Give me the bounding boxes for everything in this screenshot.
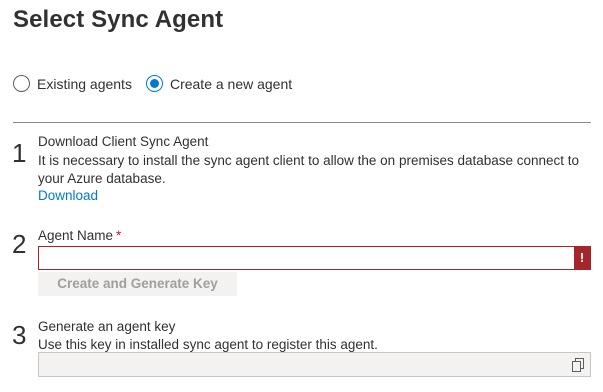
step-number-1: 1 — [12, 138, 27, 168]
agent-name-input[interactable]: ! — [38, 246, 591, 270]
radio-selected-dot — [149, 79, 159, 88]
agent-name-label-row: Agent Name * — [38, 226, 121, 245]
radio-existing-agents[interactable]: Existing agents — [13, 75, 132, 92]
sync-agent-panel: Select Sync Agent Existing agents Create… — [0, 0, 603, 392]
agent-key-field[interactable] — [38, 352, 591, 377]
agent-name-label: Agent Name — [38, 228, 114, 243]
download-link[interactable]: Download — [38, 188, 98, 203]
section-divider — [13, 122, 591, 123]
step1-description-line1: It is necessary to install the sync agen… — [38, 153, 580, 168]
required-marker: * — [116, 228, 122, 243]
radio-circle-existing[interactable] — [13, 75, 30, 92]
radio-label-create-new: Create a new agent — [169, 75, 293, 92]
radio-create-new-agent[interactable]: Create a new agent — [145, 75, 293, 92]
radio-label-existing: Existing agents — [37, 75, 132, 92]
step3-heading: Generate an agent key — [38, 319, 176, 334]
copy-icon[interactable] — [572, 358, 584, 372]
step-number-2: 2 — [12, 229, 27, 259]
radio-circle-create-new[interactable] — [145, 75, 163, 92]
step1-heading: Download Client Sync Agent — [38, 134, 209, 149]
error-icon: ! — [574, 246, 590, 270]
create-and-generate-key-button[interactable]: Create and Generate Key — [38, 272, 237, 296]
agent-mode-radio-group: Existing agents Create a new agent — [13, 75, 306, 92]
step1-description-line2: your Azure database. — [38, 171, 166, 186]
page-title: Select Sync Agent — [13, 6, 224, 33]
step-number-3: 3 — [12, 320, 27, 350]
